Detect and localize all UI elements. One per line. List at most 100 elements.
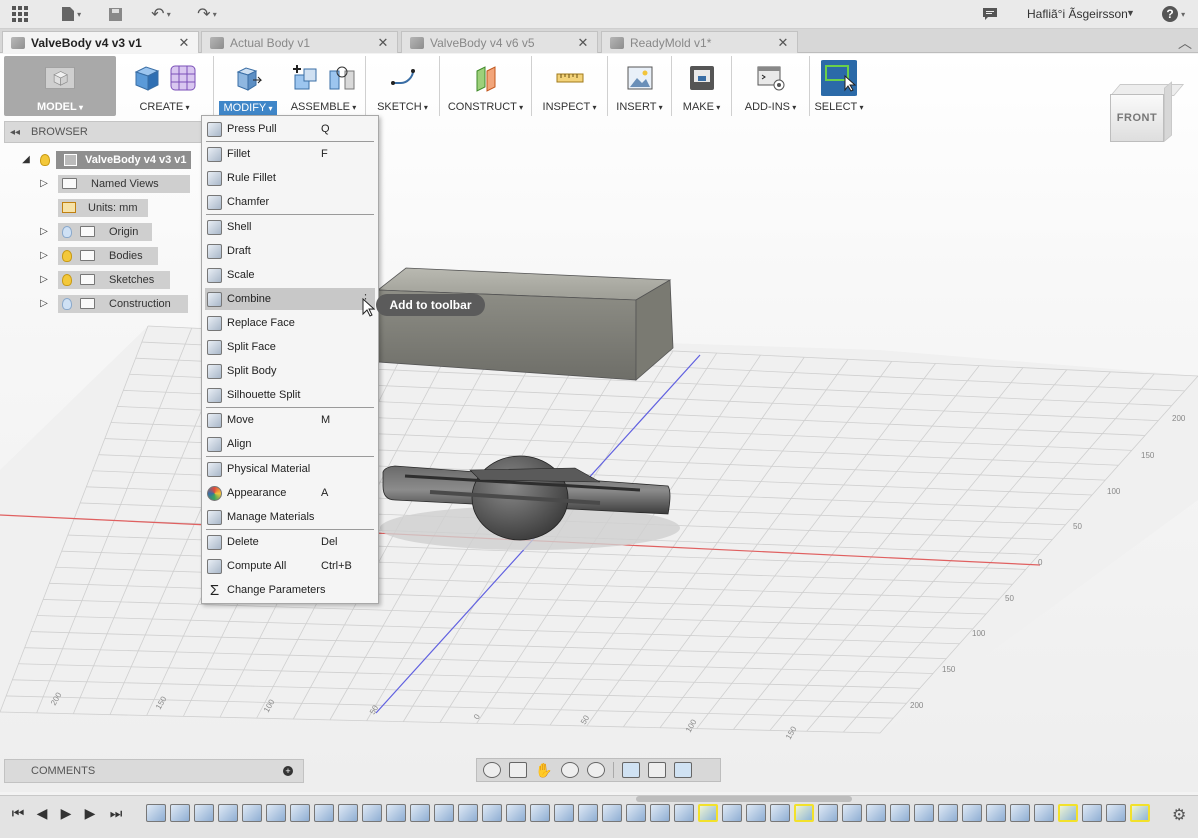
timeline-feature-icon[interactable] bbox=[1010, 804, 1030, 822]
visibility-bulb-icon[interactable] bbox=[62, 249, 72, 262]
browser-root[interactable]: ◢ ValveBody v4 v3 v1 bbox=[20, 150, 191, 169]
tab-document[interactable]: ValveBody v4 v3 v1 ✕ bbox=[2, 31, 199, 53]
chevron-up-icon[interactable]: ︿ bbox=[1178, 33, 1192, 53]
workspace-switcher-button[interactable]: MODEL bbox=[4, 56, 116, 116]
menu-item-replace-face[interactable]: Replace Face bbox=[205, 312, 375, 334]
timeline-feature-icon[interactable] bbox=[482, 804, 502, 822]
close-icon[interactable]: ✕ bbox=[575, 35, 591, 51]
look-at-icon[interactable] bbox=[509, 762, 527, 778]
timeline-feature-icon[interactable] bbox=[1106, 804, 1126, 822]
menu-item-shell[interactable]: Shell bbox=[205, 216, 375, 238]
create-menu-button[interactable]: CREATE bbox=[116, 56, 214, 116]
timeline-feature-icon[interactable] bbox=[266, 804, 286, 822]
timeline-feature-icon[interactable] bbox=[794, 804, 814, 822]
file-icon[interactable]: ▾ bbox=[56, 5, 86, 23]
timeline-feature-icon[interactable] bbox=[602, 804, 622, 822]
step-forward-icon[interactable]: ▶ bbox=[82, 805, 98, 821]
timeline-feature-icon[interactable] bbox=[242, 804, 262, 822]
timeline-feature-icon[interactable] bbox=[338, 804, 358, 822]
pan-hand-icon[interactable]: ✋ bbox=[535, 762, 553, 778]
sketch-menu-button[interactable]: SKETCH bbox=[366, 56, 440, 116]
display-settings-icon[interactable] bbox=[622, 762, 640, 778]
timeline-feature-icon[interactable] bbox=[1130, 804, 1150, 822]
gear-icon[interactable]: ⚙ bbox=[1172, 805, 1186, 825]
timeline-feature-icon[interactable] bbox=[458, 804, 478, 822]
grid-settings-icon[interactable] bbox=[648, 762, 666, 778]
construct-menu-button[interactable]: CONSTRUCT bbox=[440, 56, 532, 116]
timeline-feature-icon[interactable] bbox=[1034, 804, 1054, 822]
comments-panel[interactable]: COMMENTS + bbox=[4, 759, 304, 783]
browser-item[interactable]: ▷ Origin bbox=[38, 222, 152, 241]
mold-box-body[interactable] bbox=[376, 267, 674, 381]
view-cube[interactable]: FRONT bbox=[1108, 80, 1185, 146]
timeline-feature-icon[interactable] bbox=[650, 804, 670, 822]
insert-menu-button[interactable]: INSERT bbox=[608, 56, 672, 116]
visibility-bulb-icon[interactable] bbox=[62, 297, 72, 310]
collapse-panel-icon[interactable]: ◂◂ bbox=[5, 127, 25, 138]
timeline-feature-icon[interactable] bbox=[722, 804, 742, 822]
expand-triangle-icon[interactable]: ▷ bbox=[38, 298, 50, 309]
menu-item-split-face[interactable]: Split Face bbox=[205, 336, 375, 358]
collapse-triangle-icon[interactable]: ◢ bbox=[20, 154, 32, 165]
menu-item-silhouette-split[interactable]: Silhouette Split bbox=[205, 384, 375, 406]
browser-item[interactable]: ▷ Named Views bbox=[38, 174, 190, 193]
timeline-feature-icon[interactable] bbox=[218, 804, 238, 822]
apps-grid-icon[interactable] bbox=[10, 5, 30, 23]
timeline-feature-icon[interactable] bbox=[770, 804, 790, 822]
redo-icon[interactable]: ↷ ▾ bbox=[190, 5, 224, 23]
browser-item[interactable]: ▷ Bodies bbox=[38, 246, 158, 265]
timeline-scrollbar[interactable] bbox=[636, 796, 852, 802]
menu-item-align[interactable]: Align bbox=[205, 433, 375, 455]
view-cube-front[interactable]: FRONT bbox=[1110, 94, 1164, 142]
zoom-icon[interactable] bbox=[561, 762, 579, 778]
timeline-feature-icon[interactable] bbox=[530, 804, 550, 822]
viewports-icon[interactable] bbox=[674, 762, 692, 778]
timeline-feature-icon[interactable] bbox=[890, 804, 910, 822]
view-cube-right[interactable] bbox=[1164, 81, 1172, 142]
orbit-icon[interactable] bbox=[483, 762, 501, 778]
go-to-start-icon[interactable]: ⏮ bbox=[10, 805, 26, 821]
menu-item-compute-all[interactable]: Compute All Ctrl+B bbox=[205, 555, 375, 577]
timeline-feature-icon[interactable] bbox=[146, 804, 166, 822]
help-icon[interactable]: ? ▾ bbox=[1157, 5, 1189, 23]
save-icon[interactable] bbox=[106, 5, 124, 23]
menu-item-draft[interactable]: Draft bbox=[205, 240, 375, 262]
timeline-feature-icon[interactable] bbox=[842, 804, 862, 822]
timeline-feature-icon[interactable] bbox=[554, 804, 574, 822]
menu-item-press-pull[interactable]: Press Pull Q bbox=[205, 118, 375, 140]
add-ins-menu-button[interactable]: ADD-INS bbox=[732, 56, 810, 116]
visibility-bulb-icon[interactable] bbox=[40, 153, 50, 166]
user-name[interactable]: Hafliã°i Ãsgeirsson bbox=[1027, 7, 1128, 21]
inspect-menu-button[interactable]: INSPECT bbox=[532, 56, 608, 116]
expand-triangle-icon[interactable]: ▷ bbox=[38, 226, 50, 237]
timeline-feature-icon[interactable] bbox=[746, 804, 766, 822]
browser-item[interactable]: Units: mm bbox=[38, 198, 148, 217]
menu-item-change-parameters[interactable]: Σ Change Parameters bbox=[205, 579, 375, 601]
modify-menu-button[interactable]: MODIFY bbox=[214, 56, 282, 116]
close-icon[interactable]: ✕ bbox=[375, 35, 391, 51]
menu-item-chamfer[interactable]: Chamfer bbox=[205, 191, 375, 213]
make-menu-button[interactable]: MAKE bbox=[672, 56, 732, 116]
menu-item-rule-fillet[interactable]: Rule Fillet bbox=[205, 167, 375, 189]
browser-item[interactable]: ▷ Construction bbox=[38, 294, 188, 313]
timeline-feature-icon[interactable] bbox=[914, 804, 934, 822]
menu-item-appearance[interactable]: Appearance A bbox=[205, 482, 375, 504]
timeline-feature-icon[interactable] bbox=[698, 804, 718, 822]
tab-document[interactable]: Actual Body v1 ✕ bbox=[201, 31, 398, 53]
undo-icon[interactable]: ↶ ▾ bbox=[144, 5, 178, 23]
timeline-feature-icon[interactable] bbox=[626, 804, 646, 822]
timeline-feature-icon[interactable] bbox=[986, 804, 1006, 822]
select-menu-button[interactable]: SELECT bbox=[810, 56, 868, 116]
menu-item-split-body[interactable]: Split Body bbox=[205, 360, 375, 382]
tab-document[interactable]: ValveBody v4 v6 v5 ✕ bbox=[401, 31, 598, 53]
go-to-end-icon[interactable]: ⏭ bbox=[108, 805, 124, 821]
menu-item-delete[interactable]: Delete Del bbox=[205, 531, 375, 553]
timeline-feature-icon[interactable] bbox=[938, 804, 958, 822]
browser-header[interactable]: ◂◂ BROWSER bbox=[4, 121, 202, 143]
expand-triangle-icon[interactable]: ▷ bbox=[38, 250, 50, 261]
timeline-feature-icon[interactable] bbox=[1082, 804, 1102, 822]
notifications-icon[interactable] bbox=[981, 5, 999, 23]
menu-item-fillet[interactable]: Fillet F bbox=[205, 143, 375, 165]
browser-item[interactable]: ▷ Sketches bbox=[38, 270, 170, 289]
assemble-menu-button[interactable]: ASSEMBLE bbox=[282, 56, 366, 116]
